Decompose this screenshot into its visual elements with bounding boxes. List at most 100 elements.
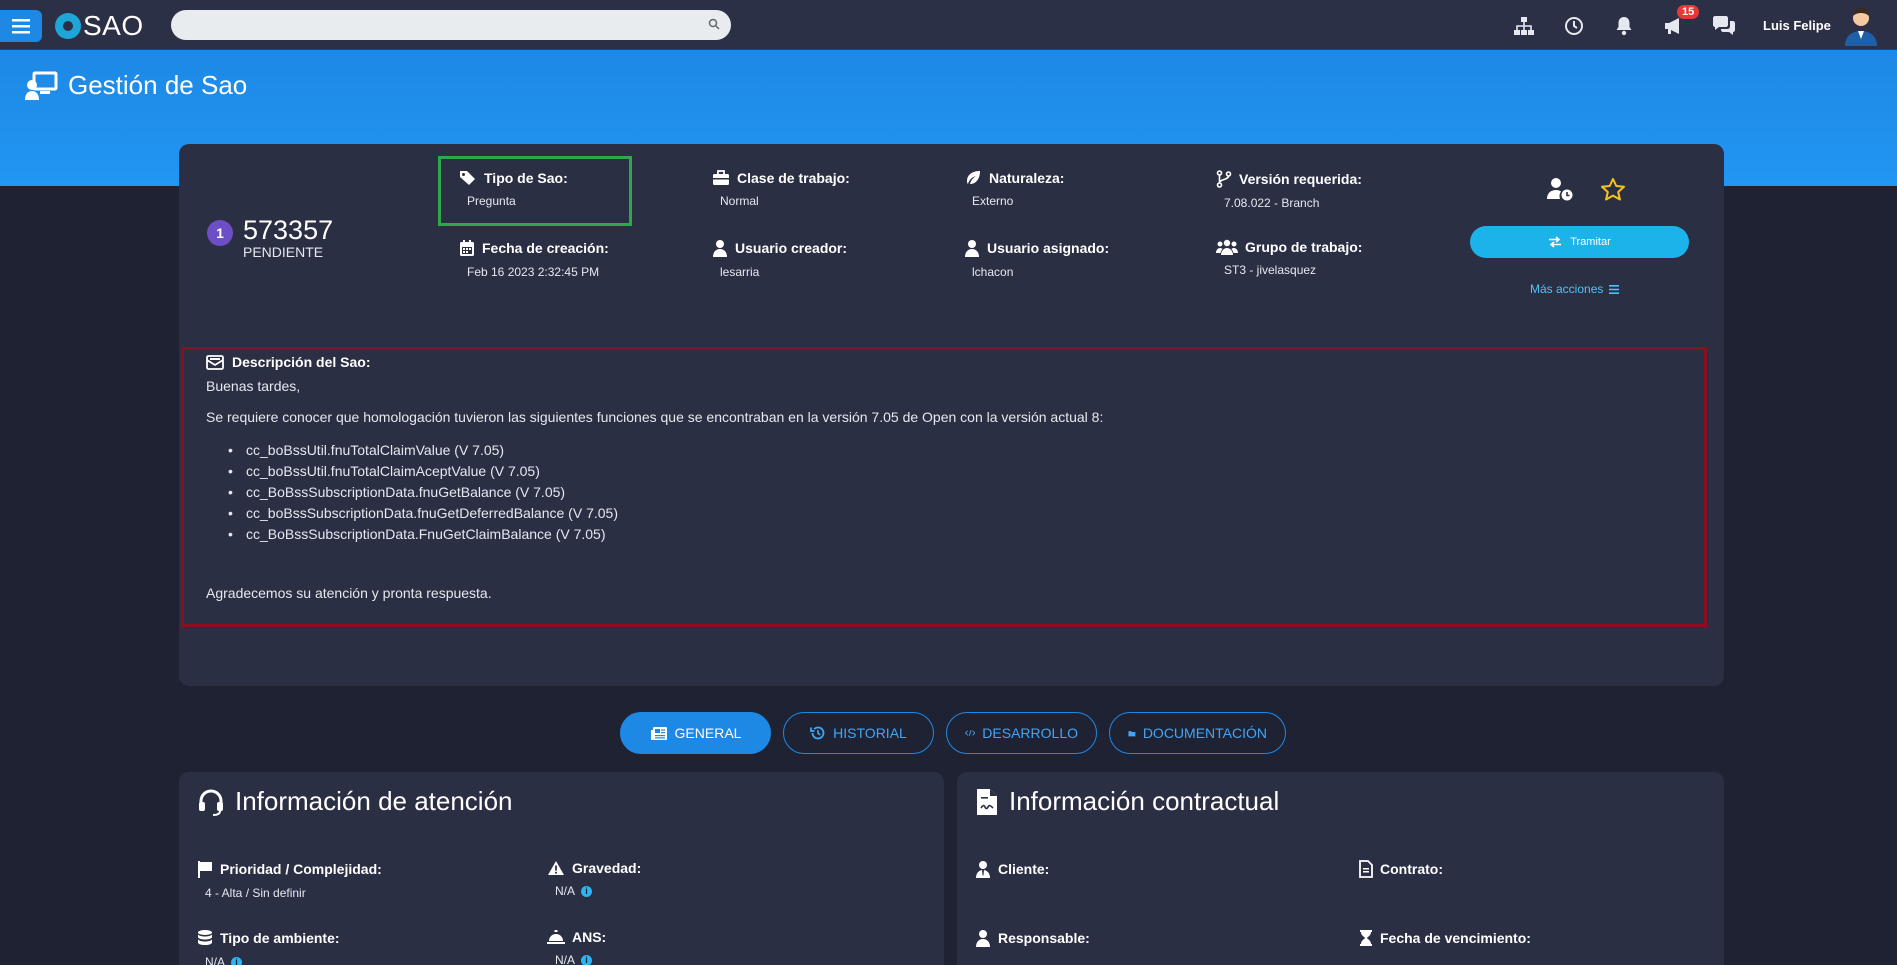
headset-icon — [199, 789, 223, 816]
field-label: Tipo de ambiente: — [220, 930, 340, 946]
card-action-icons — [1546, 177, 1626, 201]
sitemap-icon — [1514, 17, 1534, 35]
search-icon[interactable] — [708, 18, 720, 30]
field-value: lchacon — [972, 265, 1014, 279]
field-fecha-vencimiento: Fecha de vencimiento: — [1359, 929, 1531, 947]
description-greeting: Buenas tardes, — [206, 378, 301, 394]
field-value: Feb 16 2023 2:32:45 PM — [467, 265, 600, 279]
database-icon — [198, 930, 212, 945]
field-version-requerida: Versión requerida: 7.08.022 - Branch — [1216, 170, 1362, 210]
step-badge: 1 — [207, 220, 233, 246]
field-naturaleza: Naturaleza: Externo — [964, 170, 1064, 208]
field-prioridad: Prioridad / Complejidad: 4 - Alta / Sin … — [197, 860, 382, 900]
notification-badge: 15 — [1677, 5, 1700, 19]
field-value: Normal — [720, 194, 759, 208]
panel-title: Información contractual — [975, 786, 1279, 817]
folder-icon — [1128, 730, 1136, 736]
code-icon — [965, 730, 976, 736]
info-icon[interactable]: i — [581, 885, 593, 897]
field-label: Naturaleza: — [989, 170, 1065, 186]
search-input[interactable] — [171, 10, 731, 40]
field-value: N/A i — [555, 953, 606, 965]
field-label: Clase de trabajo: — [737, 170, 850, 186]
field-fecha-creacion: Fecha de creación: Feb 16 2023 2:32:45 P… — [459, 239, 609, 279]
field-tipo-sao: Tipo de Sao: Pregunta — [459, 170, 568, 208]
code-branch-icon — [1216, 170, 1232, 188]
user-name[interactable]: Luis Felipe — [1763, 18, 1831, 33]
tags-icon — [460, 171, 475, 185]
chat-button[interactable] — [1711, 13, 1737, 39]
section-tabs: GENERAL HISTORIAL DESARROLLO DOCUMENTACI… — [620, 712, 1286, 754]
megaphone-icon — [1665, 18, 1679, 34]
field-label: Fecha de creación: — [482, 240, 609, 256]
description-closing: Agradecemos su atención y pronta respues… — [206, 585, 492, 601]
field-label: Fecha de vencimiento: — [1380, 930, 1531, 946]
description-box: Descripción del Sao: Buenas tardes, Se r… — [181, 347, 1707, 627]
tab-historial[interactable]: HISTORIAL — [783, 712, 934, 754]
field-label: Versión requerida: — [1239, 171, 1362, 187]
field-value: Externo — [972, 194, 1014, 208]
tab-label: DOCUMENTACIÓN — [1142, 725, 1267, 741]
field-label: Usuario creador: — [735, 240, 848, 256]
field-gravedad: Gravedad: N/A i — [547, 860, 641, 898]
list-item: cc_boBssSubscriptionData.fnuGetDeferredB… — [224, 503, 618, 524]
notifications-button[interactable] — [1611, 13, 1637, 39]
menu-icon — [12, 19, 30, 34]
user-icon — [713, 240, 727, 257]
field-grupo-trabajo: Grupo de trabajo: ST3 - jivelasquez — [1216, 239, 1362, 277]
tab-general[interactable]: GENERAL — [620, 712, 771, 754]
leaf-icon — [967, 171, 980, 184]
field-label: Grupo de trabajo: — [1245, 239, 1363, 255]
field-label: Usuario asignado: — [987, 240, 1110, 256]
panel-informacion-atencion: Información de atención Prioridad / Comp… — [179, 772, 944, 965]
field-usuario-asignado: Usuario asignado: lchacon — [964, 239, 1109, 279]
tab-documentacion[interactable]: DOCUMENTACIÓN — [1109, 712, 1286, 754]
chat-icon — [1713, 16, 1735, 35]
users-icon — [1216, 239, 1238, 255]
field-clase-trabajo: Clase de trabajo: Normal — [712, 170, 850, 208]
tab-desarrollo[interactable]: DESARROLLO — [946, 712, 1097, 754]
field-ans: ANS: N/A i — [547, 929, 606, 965]
hourglass-icon — [1360, 930, 1372, 946]
field-value: lesarria — [720, 265, 760, 279]
sao-management-icon — [25, 71, 58, 100]
concierge-bell-icon — [547, 930, 565, 944]
list-item: cc_BoBssSubscriptionData.fnuGetBalance (… — [224, 482, 618, 503]
tab-label: DESARROLLO — [982, 725, 1078, 741]
page-title-text: Gestión de Sao — [68, 70, 248, 100]
user-clock-icon[interactable] — [1546, 177, 1574, 201]
briefcase-icon — [713, 170, 729, 185]
tab-label: HISTORIAL — [833, 725, 907, 741]
mas-acciones-link[interactable]: Más acciones — [1530, 282, 1620, 296]
calendar-icon — [460, 240, 474, 256]
sitemap-button[interactable] — [1511, 13, 1537, 39]
logo-text: SAO — [83, 10, 144, 41]
tramitar-button[interactable]: Tramitar — [1470, 226, 1689, 258]
info-icon[interactable]: i — [581, 954, 593, 965]
field-label: Tipo de Sao: — [484, 170, 568, 186]
tab-label: GENERAL — [674, 725, 742, 741]
file-contract-icon — [977, 788, 997, 815]
history-button[interactable] — [1561, 13, 1587, 39]
app-logo[interactable]: SAO — [55, 10, 144, 42]
sao-card: 1 573357 PENDIENTE Tipo de Sao: Pregunta… — [179, 144, 1724, 686]
list-item: cc_boBssUtil.fnuTotalClaimValue (V 7.05) — [224, 440, 618, 461]
menu-button[interactable] — [0, 10, 42, 42]
description-title: Descripción del Sao: — [206, 354, 370, 370]
sao-status: PENDIENTE — [243, 244, 324, 260]
user-tie-icon — [976, 861, 990, 878]
field-value: N/A i — [205, 955, 340, 965]
field-label: Prioridad / Complejidad: — [220, 861, 382, 877]
field-label: Contrato: — [1380, 861, 1443, 877]
star-icon[interactable] — [1600, 177, 1626, 201]
avatar[interactable] — [1843, 6, 1879, 46]
exchange-icon — [1549, 236, 1562, 248]
envelope-open-icon — [206, 355, 224, 370]
field-label: Cliente: — [998, 861, 1050, 877]
announcements-button[interactable]: 15 — [1661, 5, 1700, 39]
panel-title: Información de atención — [197, 786, 513, 817]
file-icon — [1359, 860, 1373, 878]
history-icon — [810, 726, 825, 740]
info-icon[interactable]: i — [231, 956, 243, 965]
user-icon — [976, 930, 990, 947]
